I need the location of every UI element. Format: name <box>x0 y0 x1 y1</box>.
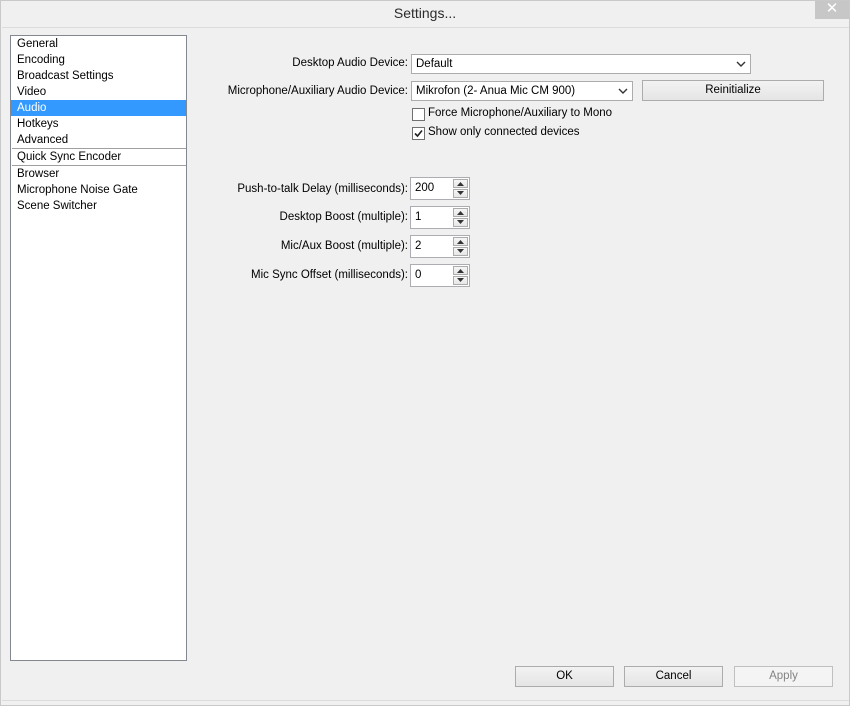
sidebar-item-label: Audio <box>17 102 47 114</box>
sidebar-item-microphone-noise-gate[interactable]: Microphone Noise Gate <box>11 182 186 198</box>
spin-down-arrow-icon <box>457 220 464 224</box>
push-to-talk-delay-value: 200 <box>415 182 435 194</box>
sidebar-item-broadcast-settings[interactable]: Broadcast Settings <box>11 68 186 84</box>
sidebar-item-label: Video <box>17 86 47 98</box>
spin-down-arrow-icon <box>457 249 464 253</box>
sidebar-item-label: Hotkeys <box>17 118 59 130</box>
sidebar-item-label: Scene Switcher <box>17 200 97 212</box>
close-button[interactable]: ✕ <box>815 1 849 19</box>
show-connected-devices-checkbox[interactable] <box>412 127 425 140</box>
mic-aux-boost-value: 2 <box>415 240 422 252</box>
mic-sync-offset-spinbox[interactable]: 0 <box>410 264 470 287</box>
sidebar-item-video[interactable]: Video <box>11 84 186 100</box>
sidebar-item-quick-sync-encoder[interactable]: Quick Sync Encoder <box>11 149 186 165</box>
spin-up-button[interactable] <box>453 208 468 217</box>
spin-down-button[interactable] <box>453 189 468 198</box>
mic-sync-offset-label: Mic Sync Offset (milliseconds): <box>251 269 408 281</box>
mic-aux-audio-device-select[interactable]: Mikrofon (2- Anua Mic CM 900) <box>411 81 633 101</box>
sidebar-item-label: Browser <box>17 168 60 180</box>
sidebar-item-label: Microphone Noise Gate <box>17 184 138 196</box>
sidebar-item-label: Quick Sync Encoder <box>17 151 122 163</box>
spin-down-button[interactable] <box>453 247 468 256</box>
close-icon: ✕ <box>825 0 839 17</box>
spin-down-button[interactable] <box>453 218 468 227</box>
force-mono-option[interactable]: Force Microphone/Auxiliary to Mono <box>412 107 672 122</box>
spin-down-button[interactable] <box>453 276 468 285</box>
show-connected-devices-option[interactable]: Show only connected devices <box>412 126 672 141</box>
spin-up-button[interactable] <box>453 266 468 275</box>
title-bar: Settings... ✕ <box>1 1 849 27</box>
sidebar-item-label: General <box>17 38 58 50</box>
ok-button[interactable]: OK <box>515 666 614 687</box>
spin-up-arrow-icon <box>457 240 464 244</box>
spin-down-arrow-icon <box>457 191 464 195</box>
sidebar-item-label: Broadcast Settings <box>17 70 114 82</box>
settings-client-area: General Encoding Broadcast Settings Vide… <box>2 27 849 701</box>
checkmark-icon <box>414 129 423 138</box>
sidebar-item-browser[interactable]: Browser <box>11 166 186 182</box>
sidebar-item-scene-switcher[interactable]: Scene Switcher <box>11 198 186 214</box>
show-connected-devices-label: Show only connected devices <box>428 126 580 138</box>
desktop-boost-spinbox[interactable]: 1 <box>410 206 470 229</box>
spin-up-button[interactable] <box>453 237 468 246</box>
cancel-button[interactable]: Cancel <box>624 666 723 687</box>
apply-button[interactable]: Apply <box>734 666 833 687</box>
sidebar-item-general[interactable]: General <box>11 36 186 52</box>
mic-sync-offset-value: 0 <box>415 269 422 281</box>
force-mono-checkbox[interactable] <box>412 108 425 121</box>
mic-aux-audio-device-value: Mikrofon (2- Anua Mic CM 900) <box>416 85 576 97</box>
desktop-boost-label: Desktop Boost (multiple): <box>279 211 408 223</box>
desktop-audio-device-value: Default <box>416 58 453 70</box>
force-mono-label: Force Microphone/Auxiliary to Mono <box>428 107 613 119</box>
window-title: Settings... <box>393 5 457 21</box>
push-to-talk-delay-spinbox[interactable]: 200 <box>410 177 470 200</box>
spin-up-arrow-icon <box>457 182 464 186</box>
sidebar-item-label: Advanced <box>17 134 69 146</box>
sidebar-item-label: Encoding <box>17 54 65 66</box>
push-to-talk-delay-label: Push-to-talk Delay (milliseconds): <box>237 183 408 195</box>
chevron-down-icon <box>618 88 628 94</box>
sidebar-item-hotkeys[interactable]: Hotkeys <box>11 116 186 132</box>
spin-down-arrow-icon <box>457 278 464 282</box>
spin-up-arrow-icon <box>457 269 464 273</box>
mic-aux-boost-label: Mic/Aux Boost (multiple): <box>280 240 408 252</box>
desktop-boost-value: 1 <box>415 211 422 223</box>
mic-aux-audio-device-label: Microphone/Auxiliary Audio Device: <box>227 85 408 97</box>
sidebar-item-audio[interactable]: Audio <box>11 100 186 116</box>
settings-window: Settings... ✕ General Encoding Broadcast… <box>0 0 850 706</box>
mic-aux-boost-spinbox[interactable]: 2 <box>410 235 470 258</box>
sidebar-item-advanced[interactable]: Advanced <box>11 132 186 148</box>
sidebar-item-encoding[interactable]: Encoding <box>11 52 186 68</box>
reinitialize-button[interactable]: Reinitialize <box>642 80 824 101</box>
desktop-audio-device-select[interactable]: Default <box>411 54 751 74</box>
spin-up-button[interactable] <box>453 179 468 188</box>
chevron-down-icon <box>736 61 746 67</box>
spin-up-arrow-icon <box>457 211 464 215</box>
settings-category-list: General Encoding Broadcast Settings Vide… <box>10 35 187 661</box>
desktop-audio-device-label: Desktop Audio Device: <box>292 57 408 69</box>
